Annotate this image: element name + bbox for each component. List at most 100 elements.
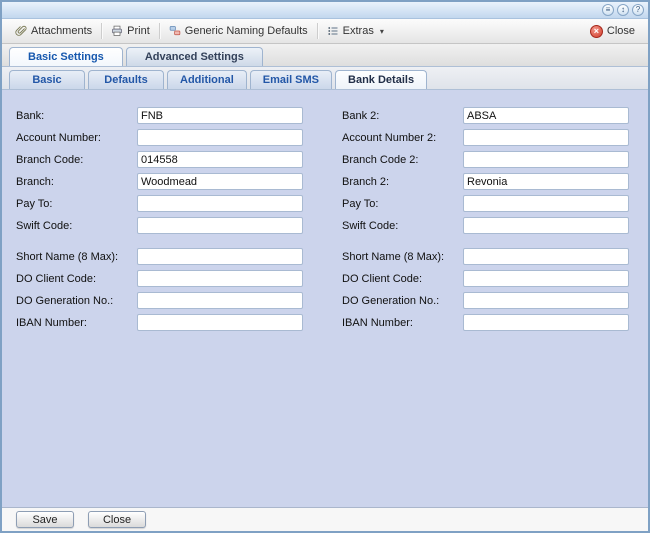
pay-to-label: Pay To: bbox=[16, 198, 137, 210]
tab-bank-details[interactable]: Bank Details bbox=[335, 70, 427, 89]
do-generation-no-label: DO Generation No.: bbox=[16, 295, 137, 307]
pay-to-2-input[interactable] bbox=[463, 195, 629, 212]
print-button[interactable]: Print bbox=[104, 23, 157, 39]
extras-label: Extras bbox=[343, 25, 374, 37]
save-button[interactable]: Save bbox=[16, 511, 74, 528]
window-dock-button[interactable]: ↕ bbox=[617, 4, 629, 16]
do-client-code-input[interactable] bbox=[137, 270, 303, 287]
do-client-code-label: DO Client Code: bbox=[16, 273, 137, 285]
attachments-label: Attachments bbox=[31, 25, 92, 37]
do-client-code-2-label: DO Client Code: bbox=[342, 273, 463, 285]
form-row: Bank: bbox=[16, 107, 304, 124]
form-row: Branch 2: bbox=[342, 173, 630, 190]
window-help-button[interactable]: ? bbox=[632, 4, 644, 16]
form-column-right: Bank 2: Account Number 2: Branch Code 2:… bbox=[342, 107, 630, 507]
close-button[interactable]: × Close bbox=[583, 23, 642, 40]
form-row: DO Generation No.: bbox=[342, 292, 630, 309]
naming-defaults-icon bbox=[169, 25, 181, 37]
swift-code-input[interactable] bbox=[137, 217, 303, 234]
bank-label: Bank: bbox=[16, 110, 137, 122]
printer-icon bbox=[111, 25, 123, 37]
account-number-label: Account Number: bbox=[16, 132, 137, 144]
bank-details-panel: Bank: Account Number: Branch Code: Branc… bbox=[2, 90, 648, 507]
toolbar-separator bbox=[101, 23, 102, 39]
form-row: Pay To: bbox=[16, 195, 304, 212]
swift-code-label: Swift Code: bbox=[16, 220, 137, 232]
tab-email-sms[interactable]: Email SMS bbox=[250, 70, 332, 89]
pay-to-input[interactable] bbox=[137, 195, 303, 212]
toolbar-separator bbox=[159, 23, 160, 39]
list-icon bbox=[327, 25, 339, 37]
secondary-tab-bar: Basic Defaults Additional Email SMS Bank… bbox=[2, 67, 648, 90]
print-label: Print bbox=[127, 25, 150, 37]
form-column-left: Bank: Account Number: Branch Code: Branc… bbox=[16, 107, 304, 507]
footer-close-button[interactable]: Close bbox=[88, 511, 146, 528]
branch-code-2-input[interactable] bbox=[463, 151, 629, 168]
short-name-2-input[interactable] bbox=[463, 248, 629, 265]
bank-input[interactable] bbox=[137, 107, 303, 124]
window-style-button[interactable]: ≡ bbox=[602, 4, 614, 16]
form-row: DO Client Code: bbox=[342, 270, 630, 287]
bank-2-input[interactable] bbox=[463, 107, 629, 124]
form-row: Account Number 2: bbox=[342, 129, 630, 146]
footer: Save Close bbox=[2, 507, 648, 531]
short-name-input[interactable] bbox=[137, 248, 303, 265]
form-row: Swift Code: bbox=[16, 217, 304, 234]
tab-advanced-settings[interactable]: Advanced Settings bbox=[126, 47, 263, 66]
attachments-button[interactable]: Attachments bbox=[8, 23, 99, 39]
toolbar: Attachments Print Generic Naming Defaul bbox=[2, 19, 648, 44]
do-generation-no-2-input[interactable] bbox=[463, 292, 629, 309]
do-client-code-2-input[interactable] bbox=[463, 270, 629, 287]
generic-naming-defaults-button[interactable]: Generic Naming Defaults bbox=[162, 23, 315, 39]
branch-2-input[interactable] bbox=[463, 173, 629, 190]
branch-2-label: Branch 2: bbox=[342, 176, 463, 188]
form-row: Branch: bbox=[16, 173, 304, 190]
form-row: IBAN Number: bbox=[16, 314, 304, 331]
short-name-2-label: Short Name (8 Max): bbox=[342, 251, 463, 263]
pay-to-2-label: Pay To: bbox=[342, 198, 463, 210]
form-row: Short Name (8 Max): bbox=[342, 248, 630, 265]
branch-code-input[interactable] bbox=[137, 151, 303, 168]
tab-defaults[interactable]: Defaults bbox=[88, 70, 164, 89]
primary-tab-bar: Basic Settings Advanced Settings bbox=[2, 44, 648, 67]
close-icon: × bbox=[590, 25, 603, 38]
form-row: Pay To: bbox=[342, 195, 630, 212]
branch-code-2-label: Branch Code 2: bbox=[342, 154, 463, 166]
do-generation-no-input[interactable] bbox=[137, 292, 303, 309]
paperclip-icon bbox=[15, 25, 27, 37]
form-row: Branch Code: bbox=[16, 151, 304, 168]
do-generation-no-2-label: DO Generation No.: bbox=[342, 295, 463, 307]
account-number-input[interactable] bbox=[137, 129, 303, 146]
swift-code-2-label: Swift Code: bbox=[342, 220, 463, 232]
branch-input[interactable] bbox=[137, 173, 303, 190]
branch-code-label: Branch Code: bbox=[16, 154, 137, 166]
form-row: Short Name (8 Max): bbox=[16, 248, 304, 265]
form-row: Account Number: bbox=[16, 129, 304, 146]
toolbar-separator bbox=[317, 23, 318, 39]
close-label: Close bbox=[607, 25, 635, 37]
form-row: IBAN Number: bbox=[342, 314, 630, 331]
tab-additional[interactable]: Additional bbox=[167, 70, 247, 89]
branch-label: Branch: bbox=[16, 176, 137, 188]
titlebar: ≡ ↕ ? bbox=[2, 2, 648, 19]
tab-basic[interactable]: Basic bbox=[9, 70, 85, 89]
bank-2-label: Bank 2: bbox=[342, 110, 463, 122]
short-name-label: Short Name (8 Max): bbox=[16, 251, 137, 263]
extras-button[interactable]: Extras ▾ bbox=[320, 23, 391, 39]
form-row: Branch Code 2: bbox=[342, 151, 630, 168]
iban-number-label: IBAN Number: bbox=[16, 317, 137, 329]
iban-number-2-input[interactable] bbox=[463, 314, 629, 331]
generic-naming-defaults-label: Generic Naming Defaults bbox=[185, 25, 308, 37]
iban-number-2-label: IBAN Number: bbox=[342, 317, 463, 329]
form-row: DO Client Code: bbox=[16, 270, 304, 287]
form-row: DO Generation No.: bbox=[16, 292, 304, 309]
swift-code-2-input[interactable] bbox=[463, 217, 629, 234]
form-row: Swift Code: bbox=[342, 217, 630, 234]
tab-basic-settings[interactable]: Basic Settings bbox=[9, 47, 123, 66]
settings-window: ≡ ↕ ? Attachments Print bbox=[0, 0, 650, 533]
form-row: Bank 2: bbox=[342, 107, 630, 124]
chevron-down-icon: ▾ bbox=[380, 27, 384, 36]
account-number-2-label: Account Number 2: bbox=[342, 132, 463, 144]
account-number-2-input[interactable] bbox=[463, 129, 629, 146]
iban-number-input[interactable] bbox=[137, 314, 303, 331]
